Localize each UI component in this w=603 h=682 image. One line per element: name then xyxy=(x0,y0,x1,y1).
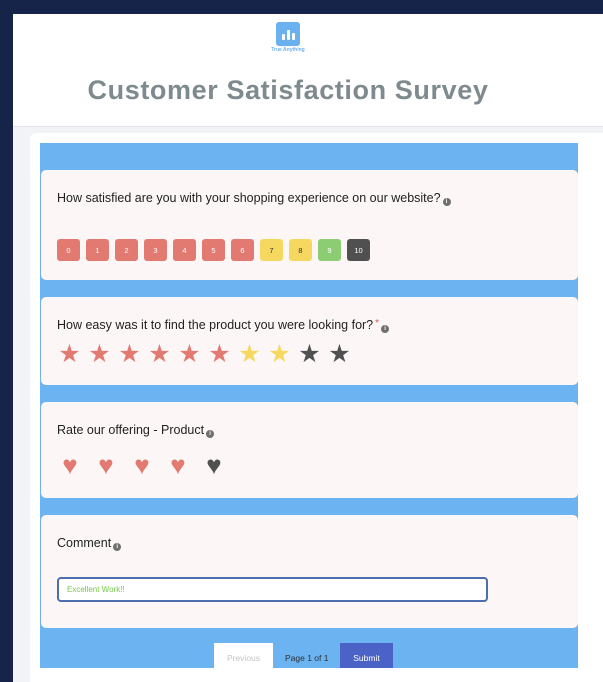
star-icon[interactable]: ★ xyxy=(296,341,323,368)
star-icon[interactable]: ★ xyxy=(266,341,293,368)
nps-option[interactable]: 9 xyxy=(318,239,341,261)
heart-icon[interactable]: ♥ xyxy=(201,451,227,479)
question-card-satisfaction: How satisfied are you with your shopping… xyxy=(41,170,578,280)
star-icon[interactable]: ★ xyxy=(236,341,263,368)
nps-scale: 0 1 2 3 4 5 6 7 8 9 10 xyxy=(57,239,370,261)
question-card-comment: Comment i Excellent Work!! xyxy=(41,515,578,628)
nps-option[interactable]: 10 xyxy=(347,239,370,261)
nps-option[interactable]: 2 xyxy=(115,239,138,261)
star-icon[interactable]: ★ xyxy=(206,341,233,368)
heart-icon[interactable]: ♥ xyxy=(93,451,119,479)
star-icon[interactable]: ★ xyxy=(326,341,353,368)
comment-input[interactable]: Excellent Work!! xyxy=(57,577,488,602)
nps-option[interactable]: 1 xyxy=(86,239,109,261)
nps-option[interactable]: 8 xyxy=(289,239,312,261)
page-indicator: Page 1 of 1 xyxy=(285,653,329,663)
info-icon[interactable]: i xyxy=(113,543,122,551)
heart-icon[interactable]: ♥ xyxy=(57,451,83,479)
heart-rating: ♥ ♥ ♥ ♥ ♥ xyxy=(57,451,227,479)
question-card-product: Rate our offering - Product i ♥ ♥ ♥ ♥ ♥ xyxy=(41,402,578,498)
nps-option[interactable]: 5 xyxy=(202,239,225,261)
nps-option[interactable]: 3 xyxy=(144,239,167,261)
required-marker: * xyxy=(375,318,380,329)
star-icon[interactable]: ★ xyxy=(56,341,83,368)
question-title: How satisfied are you with your shopping… xyxy=(57,191,451,206)
heart-icon[interactable]: ♥ xyxy=(129,451,155,479)
heart-icon[interactable]: ♥ xyxy=(165,451,191,479)
info-icon[interactable]: i xyxy=(442,198,451,206)
info-icon[interactable]: i xyxy=(381,325,390,333)
info-icon[interactable]: i xyxy=(206,430,215,438)
star-icon[interactable]: ★ xyxy=(116,341,143,368)
survey-header: True Anything Customer Satisfaction Surv… xyxy=(13,14,603,127)
star-rating: ★ ★ ★ ★ ★ ★ ★ ★ ★ ★ xyxy=(56,341,353,368)
question-card-ease: How easy was it to find the product you … xyxy=(41,297,578,385)
question-title: Comment i xyxy=(57,536,122,551)
question-title: How easy was it to find the product you … xyxy=(57,318,390,333)
star-icon[interactable]: ★ xyxy=(176,341,203,368)
submit-button[interactable]: Submit xyxy=(340,643,393,668)
page-title: Customer Satisfaction Survey xyxy=(87,75,489,105)
question-title: Rate our offering - Product i xyxy=(57,423,215,438)
nps-option[interactable]: 0 xyxy=(57,239,80,261)
previous-button[interactable]: Previous xyxy=(214,643,273,668)
brand-name: True Anything xyxy=(271,47,305,53)
star-icon[interactable]: ★ xyxy=(146,341,173,368)
nps-option[interactable]: 4 xyxy=(173,239,196,261)
star-icon[interactable]: ★ xyxy=(86,341,113,368)
logo-bar-chart-icon xyxy=(276,22,300,46)
nps-option[interactable]: 7 xyxy=(260,239,283,261)
nps-option[interactable]: 6 xyxy=(231,239,254,261)
